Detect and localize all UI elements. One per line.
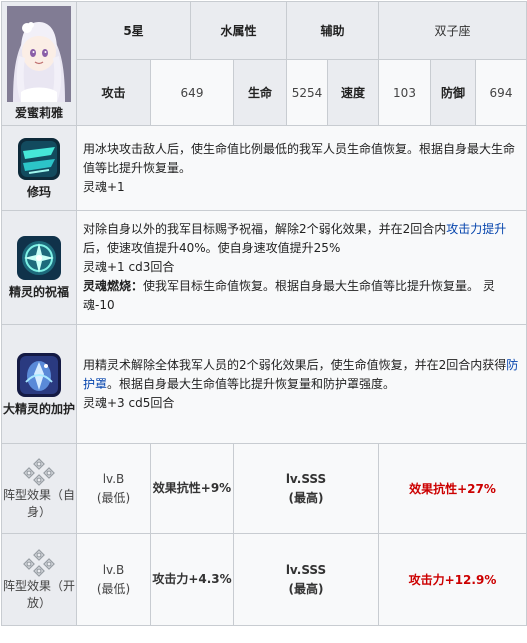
stat-label-defense: 防御 [430,59,476,126]
skill-2-text-b: 后，使速攻值提升40%。使自身速攻值提升25% [83,241,341,255]
soul-burn-text: 使我军目标生命值恢复。根据自身最大生命值等比提升恢复量。 灵魂-10 [83,279,495,312]
stat-label-hp: 生命 [233,59,287,126]
formation-self-high: lv.SSS (最高) [233,443,379,534]
emilia-portrait[interactable] [7,6,71,102]
skill-3-text-a: 用精灵术解除全体我军人员的2个弱化效果后，使生命值恢复，并在2回合内获得 [83,357,507,372]
stat-value-speed: 103 [378,59,431,126]
spirit-blessing-skill-icon[interactable] [16,235,62,281]
formation-self-low: lv.B (最低) [76,443,151,534]
attack-up-link[interactable]: 攻击力提升 [446,222,506,236]
formation-self-low-level: lv.B [102,471,125,486]
formation-self-label: 阵型效果（自身） [2,487,75,519]
formation-self-high-caption: (最高) [288,490,324,505]
skill-3-text-b: 。根据自身最大生命值等比提升恢复量和防护罩强度。 [107,376,396,391]
formation-open-low: lv.B (最低) [76,533,151,626]
formation-open-low-caption: (最低) [96,581,131,596]
skill-1-description: 用冰块攻击敌人后，使生命值比例最低的我军人员生命值恢复。根据自身最大生命值等比提… [76,125,527,211]
constellation: 双子座 [378,1,527,60]
soul-burn-label: 灵魂燃烧： [83,279,144,293]
skill-2-header: 精灵的祝福 [1,210,77,325]
skill-3-description: 用精灵术解除全体我军人员的2个弱化效果后，使生命值恢复，并在2回合内获得防护罩。… [76,324,527,444]
formation-open-header: 阵型效果（开放） [1,533,77,626]
stat-value-hp: 5254 [286,59,328,126]
formation-open-label: 阵型效果（开放） [2,578,75,610]
ice-crystal-skill-icon[interactable] [17,137,61,181]
formation-open-low-level: lv.B [102,562,125,577]
element: 水属性 [190,1,287,60]
formation-open-high: lv.SSS (最高) [233,533,379,626]
skill-1-text: 用冰块攻击敌人后，使生命值比例最低的我军人员生命值恢复。根据自身最大生命值等比提… [83,141,516,175]
stat-value-defense: 694 [475,59,527,126]
formation-self-high-level: lv.SSS [285,471,327,486]
skill-2-name: 精灵的祝福 [8,285,69,299]
character-sheet: 爱蜜莉雅 5星 水属性 辅助 双子座 攻击 649 生命 5254 速度 103… [0,0,527,643]
formation-open-low-effect: 攻击力+4.3% [150,533,234,626]
skill-3-soul: 灵魂+3 cd5回合 [83,395,175,410]
skill-1-header: 修玛 [1,125,77,211]
formation-icon [23,457,55,486]
formation-self-high-effect: 效果抗性+27% [378,443,527,534]
rarity: 5星 [76,1,191,60]
formation-icon [23,548,55,577]
formation-self-header: 阵型效果（自身） [1,443,77,534]
role: 辅助 [286,1,379,60]
formation-self-low-effect: 效果抗性+9% [150,443,234,534]
skill-2-soul: 灵魂+1 cd3回合 [83,260,175,274]
formation-open-high-caption: (最高) [288,581,324,596]
formation-open-high-effect: 攻击力+12.9% [378,533,527,626]
great-spirit-protection-skill-icon[interactable] [16,352,62,398]
stat-value-attack: 649 [150,59,234,126]
skill-3-header: 大精灵的加护 [1,324,77,444]
stat-label-attack: 攻击 [76,59,151,126]
character-table: 爱蜜莉雅 5星 水属性 辅助 双子座 攻击 649 生命 5254 速度 103… [1,1,527,626]
skill-1-soul: 灵魂+1 [83,179,125,194]
skill-2-text-a: 对除自身以外的我军目标赐予祝福，解除2个弱化效果，并在2回合内 [83,222,447,236]
stat-label-speed: 速度 [327,59,379,126]
formation-self-low-caption: (最低) [96,490,131,505]
formation-open-high-level: lv.SSS [285,562,327,577]
character-name: 爱蜜莉雅 [14,106,63,120]
portrait-cell: 爱蜜莉雅 [1,1,77,126]
skill-3-name: 大精灵的加护 [2,401,75,416]
skill-2-description: 对除自身以外的我军目标赐予祝福，解除2个弱化效果，并在2回合内攻击力提升后，使速… [76,210,527,325]
skill-1-name: 修玛 [26,184,51,199]
